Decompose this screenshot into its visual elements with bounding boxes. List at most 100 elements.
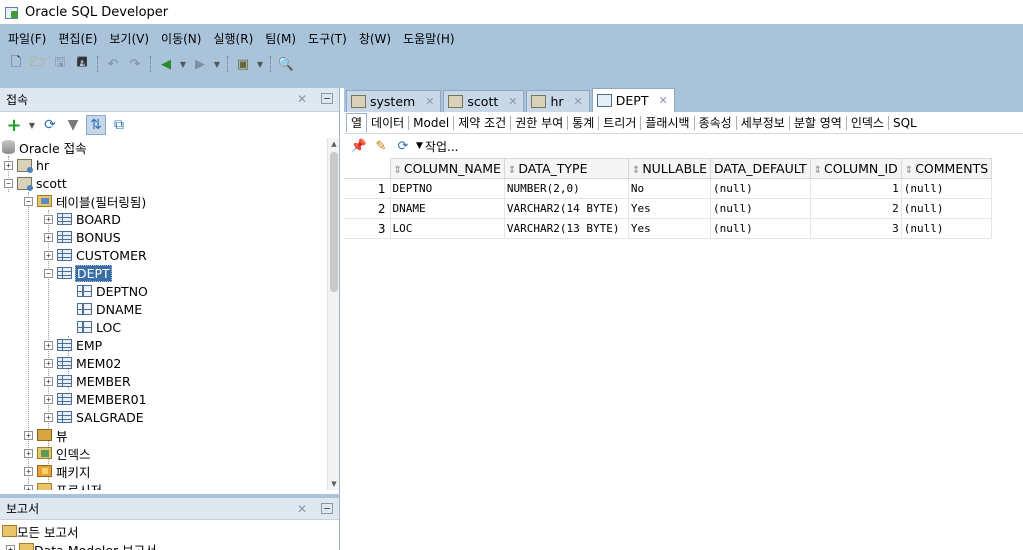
cell-column-id[interactable]: 3: [809, 218, 902, 239]
menu-file[interactable]: 파일(F): [2, 30, 52, 47]
tab-scott[interactable]: scott ✕: [443, 90, 525, 112]
expand-icon[interactable]: +: [6, 544, 15, 550]
edit-icon[interactable]: ✎: [372, 137, 390, 155]
column-header[interactable]: ⇕ DATA_TYPE: [503, 158, 629, 179]
subtab-sql[interactable]: SQL: [889, 116, 921, 130]
forward-icon[interactable]: ▶: [190, 54, 210, 74]
sql-worksheet-dropdown-icon[interactable]: ▼: [255, 60, 265, 69]
tab-hr[interactable]: hr ✕: [526, 90, 590, 112]
tree-node-table[interactable]: + BOARD: [44, 210, 122, 228]
tab-dept[interactable]: DEPT ✕: [591, 88, 675, 112]
menu-edit[interactable]: 편집(E): [52, 30, 103, 47]
expand-icon[interactable]: +: [44, 358, 53, 368]
menu-tools[interactable]: 도구(T): [302, 30, 353, 47]
find-db-object-icon[interactable]: 🔍: [276, 54, 296, 74]
open-icon[interactable]: 🗁: [28, 54, 48, 74]
tree-node-table[interactable]: + MEMBER: [44, 372, 132, 390]
tree-node-procedures-folder[interactable]: + 프로시저: [24, 480, 103, 490]
tree-node-column[interactable]: LOC: [64, 318, 122, 336]
new-icon[interactable]: 🗋: [6, 54, 26, 74]
save-all-icon[interactable]: 🖪: [72, 54, 92, 74]
report-item-all[interactable]: 모든 보고서: [2, 522, 78, 540]
cell-data-type[interactable]: VARCHAR2(13 BYTE): [503, 218, 629, 239]
minimize-icon[interactable]: [321, 93, 333, 104]
subtab-statistics[interactable]: 통계: [568, 115, 600, 130]
cell-comments[interactable]: (null): [900, 178, 993, 199]
subtab-indexes[interactable]: 인덱스: [847, 115, 889, 130]
undo-icon[interactable]: ↶: [103, 54, 123, 74]
tree-node-table[interactable]: + MEMBER01: [44, 390, 148, 408]
expand-icon[interactable]: +: [24, 448, 33, 458]
tree-node-views-folder[interactable]: + 뷰: [24, 426, 69, 444]
subtab-flashback[interactable]: 플래시백: [641, 115, 695, 130]
expand-icon[interactable]: +: [44, 376, 53, 386]
close-icon[interactable]: ✕: [658, 94, 667, 107]
cell-nullable[interactable]: Yes: [627, 218, 712, 239]
cell-data-type[interactable]: VARCHAR2(14 BYTE): [503, 198, 629, 219]
cell-data-default[interactable]: (null): [710, 178, 811, 199]
refresh-icon[interactable]: ⟳: [40, 115, 60, 135]
tree-node-tables-folder[interactable]: − 테이블(필터링됨): [24, 192, 147, 210]
subtab-partitions[interactable]: 분할 영역: [790, 115, 847, 130]
subtab-dependencies[interactable]: 종속성: [695, 115, 737, 130]
save-icon[interactable]: 🖫: [50, 54, 70, 74]
column-header[interactable]: ⇕ NULLABLE: [627, 158, 712, 179]
expand-icon[interactable]: +: [4, 160, 13, 170]
tree-node-hr[interactable]: + hr: [4, 156, 50, 174]
tab-system[interactable]: system ✕: [346, 90, 442, 112]
cell-data-default[interactable]: (null): [710, 218, 811, 239]
tree-node-table[interactable]: + CUSTOMER: [44, 246, 148, 264]
filter-icon[interactable]: ▼: [63, 115, 83, 135]
schema-browser-icon[interactable]: ⇅: [86, 115, 106, 135]
add-connection-icon[interactable]: +: [4, 115, 24, 136]
subtab-model[interactable]: Model: [409, 115, 455, 130]
expand-icon[interactable]: +: [44, 214, 53, 224]
subtab-triggers[interactable]: 트리거: [599, 115, 642, 130]
back-dropdown-icon[interactable]: ▼: [178, 60, 188, 69]
cell-column-name[interactable]: DEPTNO: [389, 178, 505, 199]
cell-comments[interactable]: (null): [900, 218, 993, 239]
menu-window[interactable]: 창(W): [353, 30, 397, 47]
column-header[interactable]: DATA_DEFAULT: [710, 158, 811, 179]
tree-node-scott[interactable]: − scott: [4, 174, 68, 192]
menu-run[interactable]: 실행(R): [207, 30, 259, 47]
redo-icon[interactable]: ↷: [125, 54, 145, 74]
cell-column-name[interactable]: DNAME: [389, 198, 505, 219]
tree-node-indexes-folder[interactable]: + 인덱스: [24, 444, 92, 462]
tree-node-table[interactable]: + SALGRADE: [44, 408, 145, 426]
tree-node-oracle-connections[interactable]: Oracle 접속: [2, 138, 88, 156]
menu-navigate[interactable]: 이동(N): [155, 30, 207, 47]
cell-nullable[interactable]: No: [627, 178, 712, 199]
add-connection-dropdown-icon[interactable]: ▼: [27, 121, 37, 130]
subtab-columns[interactable]: 열: [346, 113, 368, 132]
minimize-icon[interactable]: [321, 503, 333, 514]
tree-node-column[interactable]: DEPTNO: [64, 282, 149, 300]
collapse-icon[interactable]: −: [4, 178, 13, 188]
expand-icon[interactable]: +: [24, 484, 33, 490]
tree-node-packages-folder[interactable]: + 패키지: [24, 462, 92, 480]
refresh-icon[interactable]: ⟳: [394, 137, 412, 155]
column-header[interactable]: ⇕ COMMENTS: [900, 158, 993, 179]
expand-icon[interactable]: +: [24, 430, 33, 440]
cell-data-default[interactable]: (null): [710, 198, 811, 219]
close-icon[interactable]: ✕: [574, 95, 583, 108]
close-icon[interactable]: ✕: [297, 92, 307, 106]
tree-node-column[interactable]: DNAME: [64, 300, 143, 318]
menu-view[interactable]: 보기(V): [103, 30, 155, 47]
expand-icon[interactable]: +: [44, 250, 53, 260]
close-icon[interactable]: ✕: [297, 502, 307, 516]
subtab-details[interactable]: 세부정보: [737, 115, 790, 130]
column-header[interactable]: ⇕ COLUMN_NAME: [389, 158, 505, 179]
tree-node-table[interactable]: + BONUS: [44, 228, 122, 246]
cell-data-type[interactable]: NUMBER(2,0): [503, 178, 629, 199]
collapse-icon[interactable]: −: [44, 268, 53, 278]
pin-icon[interactable]: 📌: [350, 137, 368, 155]
column-header[interactable]: ⇕ COLUMN_ID: [809, 158, 902, 179]
expand-icon[interactable]: +: [44, 412, 53, 422]
close-icon[interactable]: ✕: [425, 95, 434, 108]
collapse-icon[interactable]: ⧉: [109, 115, 129, 135]
expand-icon[interactable]: +: [44, 394, 53, 404]
table-row[interactable]: 2 DNAME VARCHAR2(14 BYTE) Yes (null) 2 (…: [344, 198, 993, 219]
expand-icon[interactable]: +: [44, 232, 53, 242]
sql-worksheet-icon[interactable]: ▣: [233, 54, 253, 74]
